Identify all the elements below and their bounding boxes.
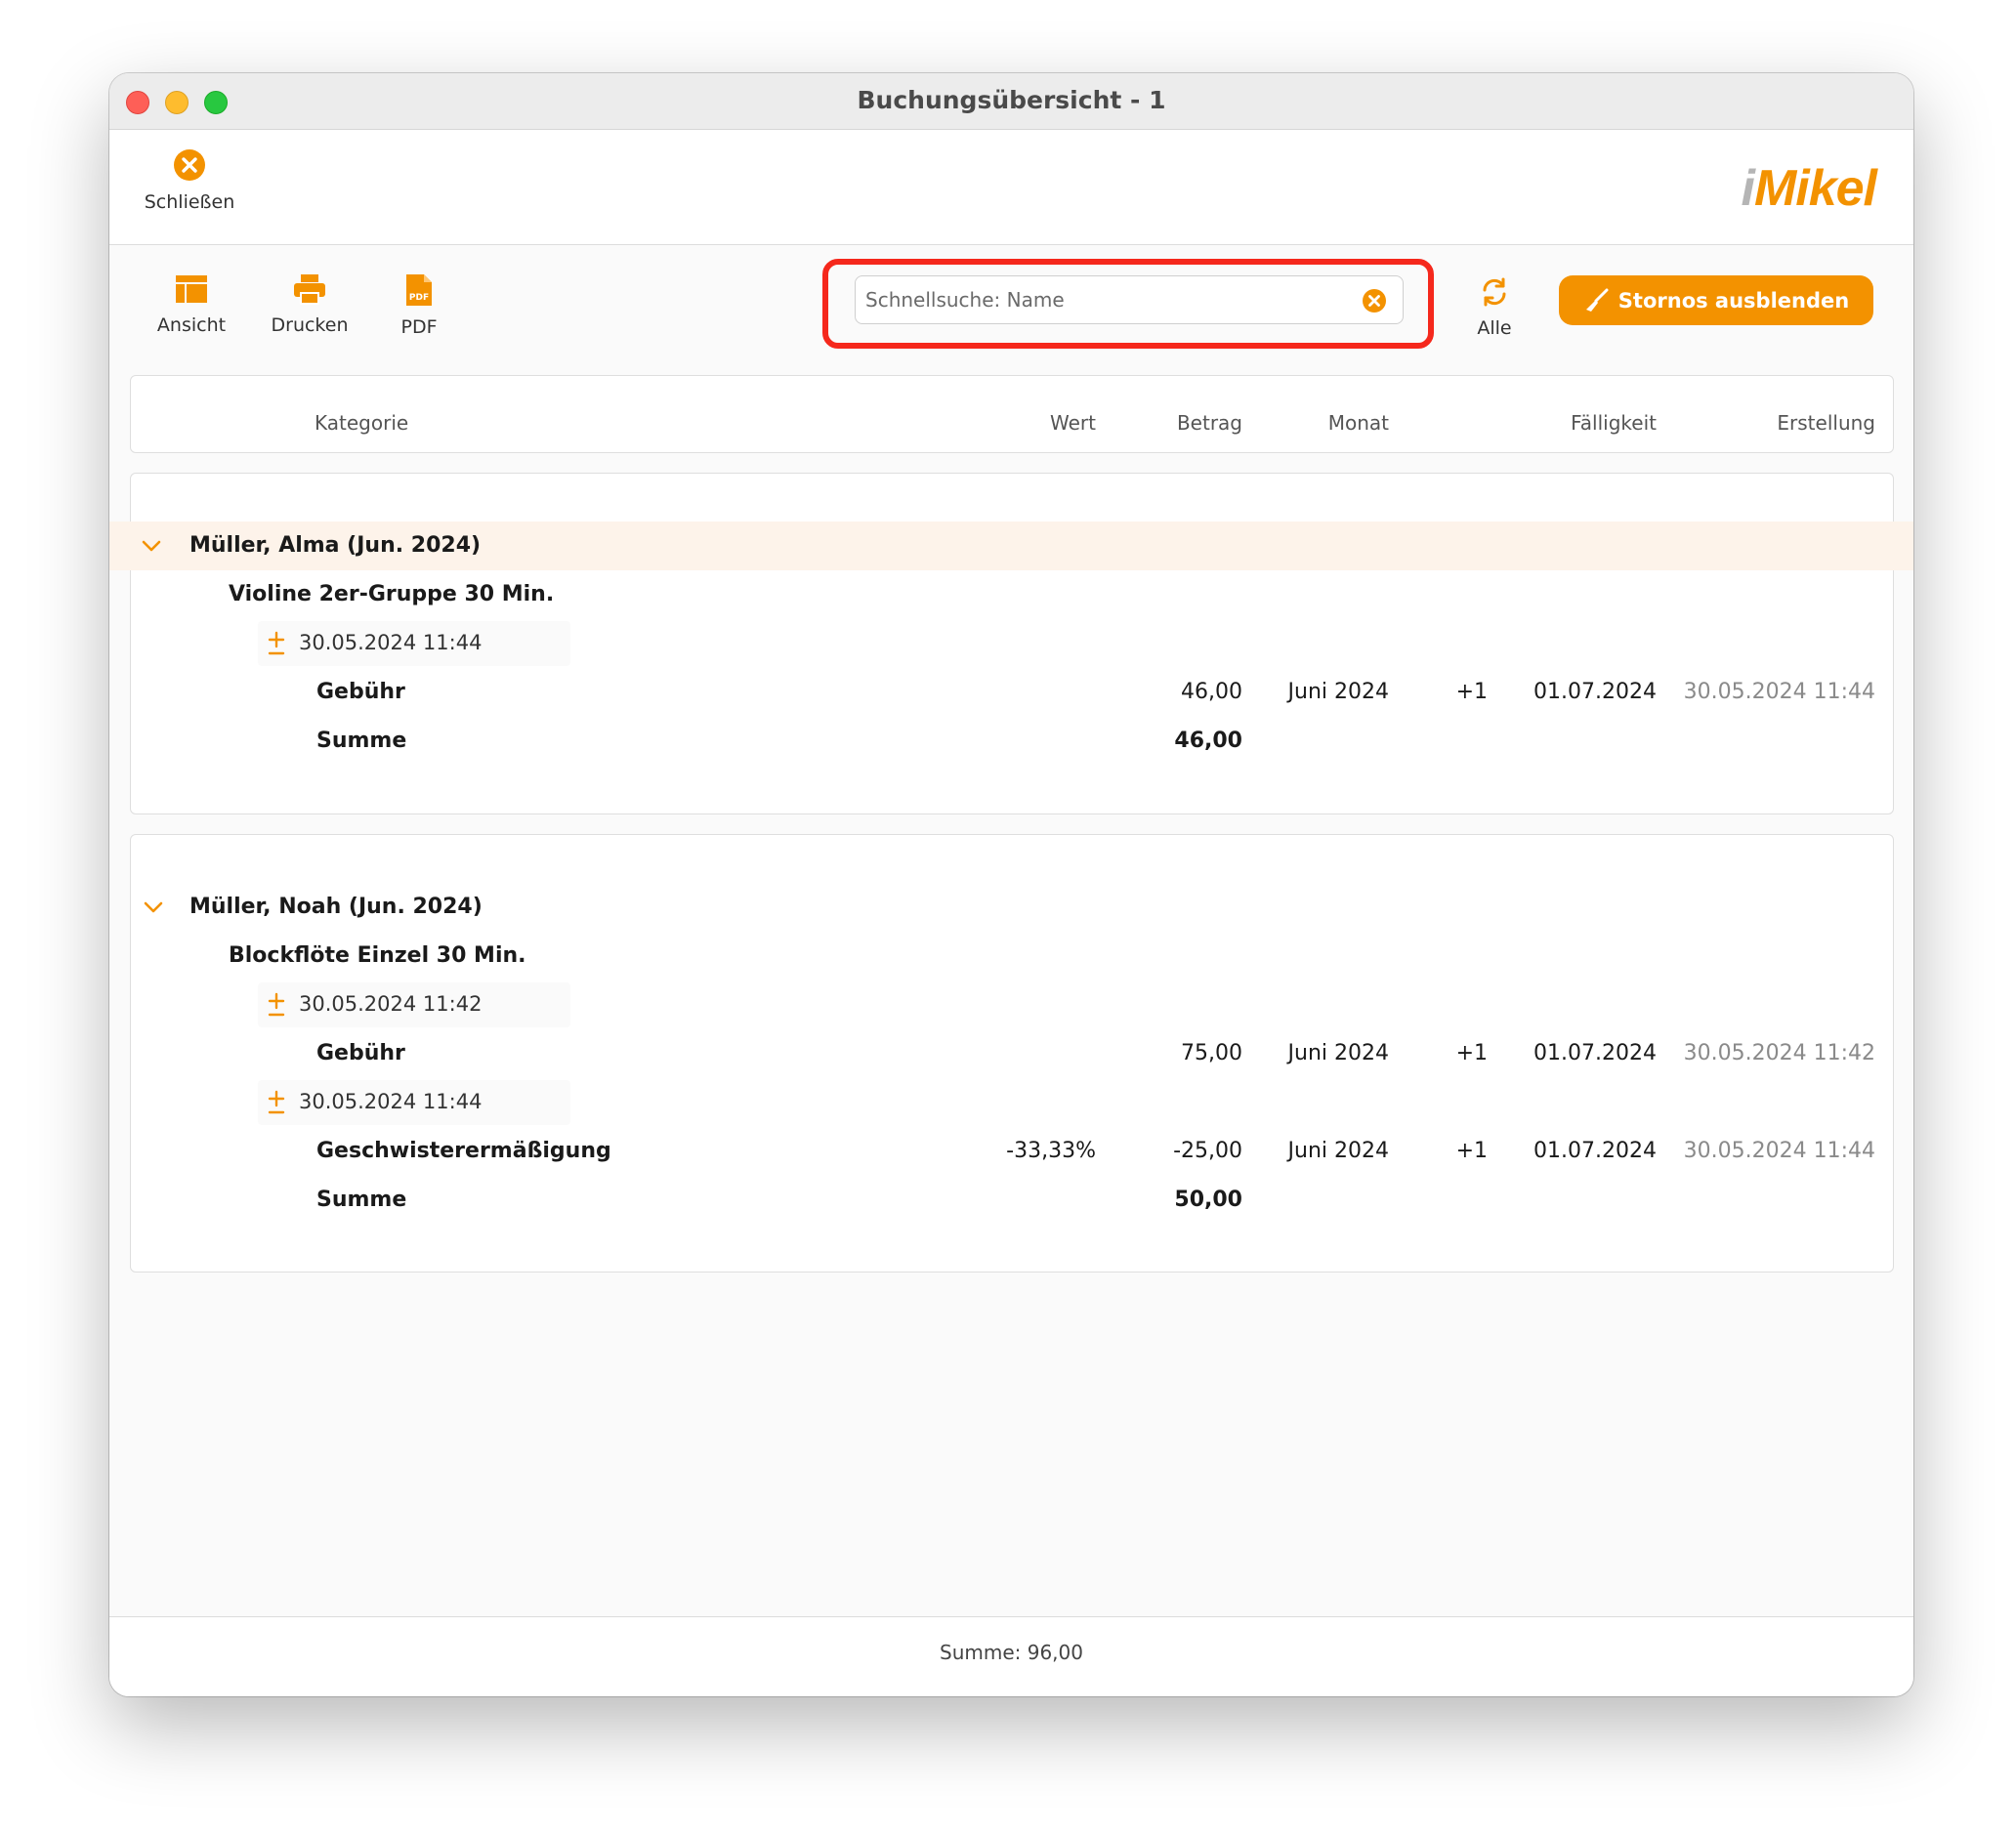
view-button-label: Ansicht	[156, 314, 227, 336]
booking-timestamp-row[interactable]: 30.05.2024 11:44	[131, 1078, 1893, 1127]
view-button[interactable]: Ansicht	[143, 273, 240, 336]
layout-view-icon	[176, 275, 207, 303]
plus-minus-icon	[268, 992, 285, 1017]
quick-search-field[interactable]	[855, 275, 1404, 324]
course-row: Blockflöte Einzel 30 Min.	[131, 932, 1893, 981]
discount-faelligkeit: 01.07.2024	[1533, 1139, 1657, 1163]
course-row: Violine 2er-Gruppe 30 Min.	[131, 570, 1893, 619]
booking-timestamp: 30.05.2024 11:42	[299, 992, 483, 1016]
discount-wert: -33,33%	[1006, 1139, 1096, 1163]
column-faelligkeit[interactable]: Fälligkeit	[1440, 411, 1657, 435]
hide-cancellations-button[interactable]: Stornos ausblenden	[1559, 275, 1873, 325]
column-erstellung[interactable]: Erstellung	[1655, 411, 1875, 435]
discount-offset: +1	[1455, 1139, 1488, 1163]
fee-row[interactable]: Gebühr 46,00 Juni 2024 +1 01.07.2024 30.…	[131, 668, 1893, 717]
fee-betrag: 46,00	[1181, 680, 1242, 704]
booking-timestamp: 30.05.2024 11:44	[299, 1090, 483, 1113]
sum-label: Summe	[316, 729, 407, 753]
plus-minus-icon	[268, 631, 285, 655]
column-wert[interactable]: Wert	[756, 411, 1096, 435]
clear-search-icon[interactable]	[1362, 288, 1387, 313]
course-name: Blockflöte Einzel 30 Min.	[229, 943, 526, 968]
fee-category: Gebühr	[316, 1041, 405, 1065]
sum-row: Summe 50,00	[131, 1176, 1893, 1225]
booking-timestamp-row[interactable]: 30.05.2024 11:44	[131, 619, 1893, 668]
window-title: Buchungsübersicht - 1	[857, 86, 1166, 114]
fee-erstellung: 30.05.2024 11:42	[1683, 1041, 1875, 1065]
quick-search-input[interactable]	[865, 276, 1334, 323]
group-name: Müller, Alma (Jun. 2024)	[189, 533, 482, 558]
refresh-all-button[interactable]: Alle	[1455, 276, 1533, 339]
discount-category: Geschwisterermäßigung	[316, 1139, 611, 1163]
group-header-row[interactable]: Müller, Alma (Jun. 2024)	[109, 522, 1913, 570]
booking-timestamp-row[interactable]: 30.05.2024 11:42	[131, 981, 1893, 1029]
fee-monat: Juni 2024	[1287, 1041, 1389, 1065]
plus-minus-icon	[268, 1090, 285, 1114]
discount-monat: Juni 2024	[1287, 1139, 1389, 1163]
booking-group-card: Müller, Noah (Jun. 2024) Blockflöte Einz…	[130, 834, 1894, 1273]
fee-category: Gebühr	[316, 680, 405, 704]
close-button-label: Schließen	[144, 191, 235, 213]
chevron-down-icon[interactable]	[141, 535, 162, 557]
sum-value: 50,00	[1174, 1188, 1242, 1212]
group-name: Müller, Noah (Jun. 2024)	[189, 895, 483, 919]
pdf-button[interactable]: PDF PDF	[385, 273, 453, 338]
printer-icon	[294, 274, 325, 305]
print-button[interactable]: Drucken	[256, 273, 363, 336]
sum-value: 46,00	[1174, 729, 1242, 753]
sum-label: Summe	[316, 1188, 407, 1212]
pdf-file-icon: PDF	[406, 274, 432, 306]
print-button-label: Drucken	[271, 314, 349, 336]
footer-bar: Summe: 96,00	[109, 1616, 1913, 1696]
booking-timestamp: 30.05.2024 11:44	[299, 631, 483, 654]
sum-row: Summe 46,00	[131, 717, 1893, 766]
fee-row[interactable]: Gebühr 75,00 Juni 2024 +1 01.07.2024 30.…	[131, 1029, 1893, 1078]
title-bar: Buchungsübersicht - 1	[109, 73, 1913, 130]
fee-offset: +1	[1455, 680, 1488, 704]
fee-betrag: 75,00	[1181, 1041, 1242, 1065]
close-circle-icon	[174, 149, 205, 181]
refresh-all-label: Alle	[1477, 317, 1512, 339]
booking-overview-window: Buchungsübersicht - 1 Schließen iMikel A…	[109, 73, 1913, 1696]
column-monat[interactable]: Monat	[1254, 411, 1389, 435]
group-header-row[interactable]: Müller, Noah (Jun. 2024)	[131, 883, 1893, 932]
chevron-down-icon[interactable]	[143, 897, 164, 918]
booking-group-card: Müller, Alma (Jun. 2024) Violine 2er-Gru…	[109, 473, 1913, 814]
refresh-icon	[1483, 277, 1506, 307]
fee-offset: +1	[1455, 1041, 1488, 1065]
fee-faelligkeit: 01.07.2024	[1533, 1041, 1657, 1065]
discount-row[interactable]: Geschwisterermäßigung -33,33% -25,00 Jun…	[131, 1127, 1893, 1176]
fee-faelligkeit: 01.07.2024	[1533, 680, 1657, 704]
fee-erstellung: 30.05.2024 11:44	[1683, 680, 1875, 704]
pdf-button-label: PDF	[400, 316, 438, 338]
column-betrag[interactable]: Betrag	[1108, 411, 1242, 435]
hide-cancellations-label: Stornos ausblenden	[1617, 288, 1850, 313]
svg-text:PDF: PDF	[409, 293, 429, 303]
top-toolbar: Schließen iMikel	[109, 130, 1913, 245]
fee-monat: Juni 2024	[1287, 680, 1389, 704]
course-name: Violine 2er-Gruppe 30 Min.	[229, 582, 555, 606]
total-sum: Summe: 96,00	[940, 1641, 1083, 1664]
imikel-logo: iMikel	[1741, 160, 1877, 217]
broom-icon	[1585, 288, 1609, 312]
column-header: Kategorie Wert Betrag Monat Fälligkeit E…	[130, 375, 1894, 453]
close-button[interactable]: Schließen	[141, 148, 238, 213]
column-kategorie[interactable]: Kategorie	[315, 411, 408, 435]
discount-erstellung: 30.05.2024 11:44	[1683, 1139, 1875, 1163]
discount-betrag: -25,00	[1173, 1139, 1242, 1163]
